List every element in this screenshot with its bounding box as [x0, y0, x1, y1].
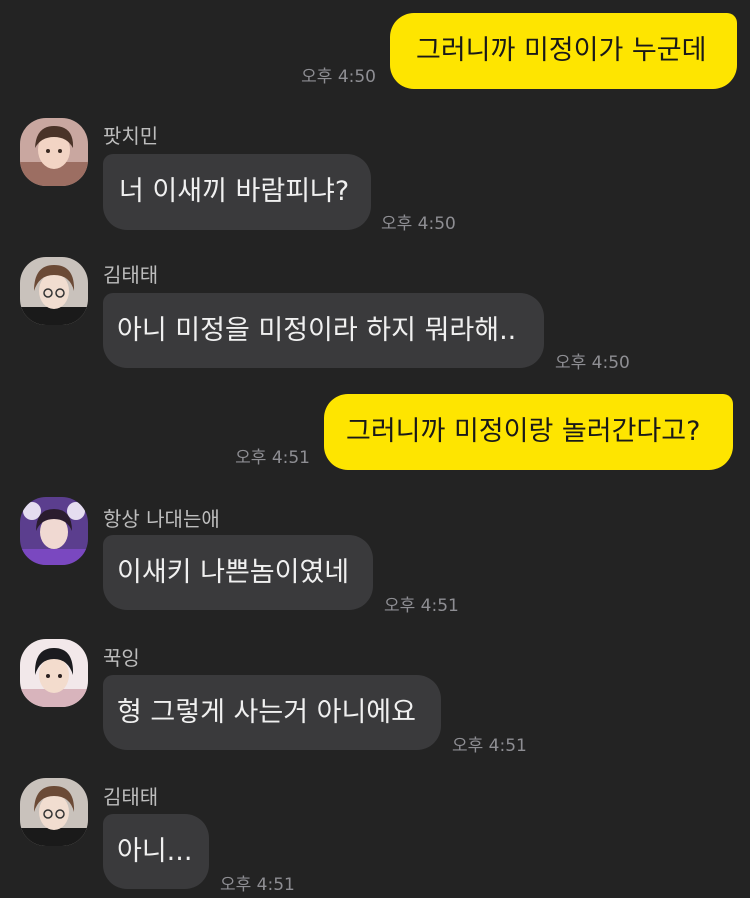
message-text: 형 그렇게 사는거 아니에요: [117, 696, 416, 728]
avatar-person-icon: [20, 639, 88, 707]
incoming-message-bubble[interactable]: 아니...: [103, 814, 209, 889]
outgoing-message-bubble[interactable]: 그러니까 미정이가 누군데: [390, 13, 737, 89]
message-time: 오후 4:50: [555, 353, 630, 373]
sender-avatar[interactable]: [20, 118, 88, 186]
message-time: 오후 4:51: [235, 448, 310, 468]
sender-name: 항상 나대는애: [103, 507, 220, 531]
sender-name: 김태태: [103, 263, 159, 287]
sender-name: 팟치민: [103, 124, 159, 148]
sender-avatar[interactable]: [20, 639, 88, 707]
message-time: 오후 4:50: [301, 67, 376, 87]
message-time: 오후 4:51: [220, 875, 295, 895]
message-text: 이새키 나쁜놈이였네: [117, 556, 350, 588]
avatar-person-icon: [20, 497, 88, 565]
sender-name: 김태태: [103, 785, 159, 809]
incoming-message-bubble[interactable]: 형 그렇게 사는거 아니에요: [103, 675, 441, 750]
outgoing-message-bubble[interactable]: 그러니까 미정이랑 놀러간다고?: [324, 394, 733, 470]
incoming-message-bubble[interactable]: 아니 미정을 미정이라 하지 뭐라해..: [103, 293, 544, 368]
incoming-message-bubble[interactable]: 너 이새끼 바람피냐?: [103, 154, 371, 230]
avatar-person-icon: [20, 778, 88, 846]
sender-avatar[interactable]: [20, 257, 88, 325]
avatar-person-icon: [20, 118, 88, 186]
message-text: 그러니까 미정이가 누군데: [416, 35, 707, 66]
message-time: 오후 4:50: [381, 214, 456, 234]
sender-name: 꾹잉: [103, 646, 140, 670]
message-text: 너 이새끼 바람피냐?: [119, 176, 350, 207]
message-time: 오후 4:51: [384, 596, 459, 616]
incoming-message-bubble[interactable]: 이새키 나쁜놈이였네: [103, 535, 373, 610]
avatar-person-icon: [20, 257, 88, 325]
message-text: 그러니까 미정이랑 놀러간다고?: [346, 416, 701, 447]
chat-message-list[interactable]: 그러니까 미정이가 누군데 오후 4:50 팟치민 너 이새끼 바람피냐? 오후…: [0, 0, 750, 898]
message-text: 아니...: [117, 835, 193, 867]
message-time: 오후 4:51: [452, 736, 527, 756]
sender-avatar[interactable]: [20, 497, 88, 565]
sender-avatar[interactable]: [20, 778, 88, 846]
message-text: 아니 미정을 미정이라 하지 뭐라해..: [117, 314, 517, 346]
